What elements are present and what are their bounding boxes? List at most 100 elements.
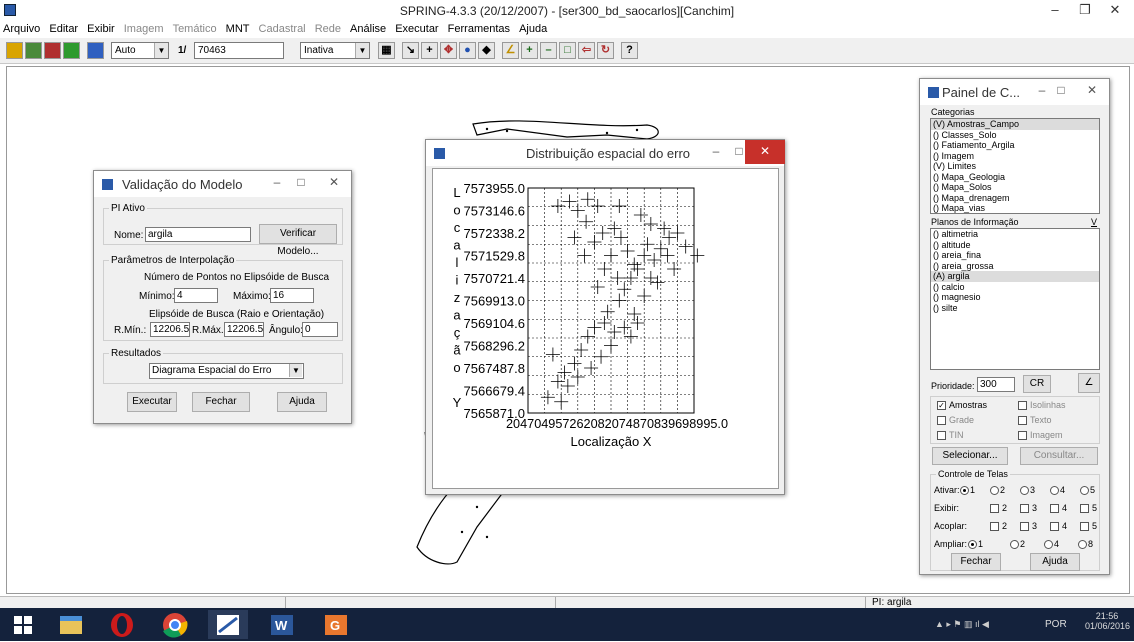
ativar-radio-4[interactable] — [1050, 486, 1059, 496]
project-icon[interactable] — [25, 42, 42, 59]
categoria-item[interactable]: () Classes_Solo — [931, 130, 1099, 141]
spring-taskbar-icon[interactable] — [208, 610, 248, 639]
angulo-field[interactable]: 0 — [302, 322, 338, 337]
maximo-field[interactable]: 16 — [270, 288, 314, 303]
categoria-item[interactable]: () Mapa_vias — [931, 203, 1099, 213]
menu-ajuda[interactable]: Ajuda — [516, 22, 550, 36]
minimo-field[interactable]: 4 — [174, 288, 218, 303]
close-button[interactable]: ✕ — [1074, 79, 1110, 103]
exibir-checkbox-3[interactable] — [1020, 504, 1029, 514]
ampliar-radio-4[interactable] — [1044, 540, 1053, 550]
menu-tematico[interactable]: Temático — [170, 22, 220, 36]
acoplar-checkbox-2[interactable] — [990, 522, 999, 532]
zoom-in-icon[interactable]: + — [521, 42, 538, 59]
categoria-item[interactable]: () Imagem — [931, 151, 1099, 162]
isolinhas-checkbox[interactable]: Isolinhas — [1018, 400, 1066, 411]
acoplar-checkbox-3[interactable] — [1020, 522, 1029, 532]
refresh-icon[interactable]: ↻ — [597, 42, 614, 59]
zoom-mode-select[interactable]: Auto ▼ — [111, 42, 169, 59]
executar-button[interactable]: Executar — [127, 392, 177, 412]
ampliar-radio-8[interactable] — [1078, 540, 1087, 550]
plano-item[interactable]: () calcio — [931, 282, 1099, 293]
exibir-checkbox-5[interactable] — [1080, 504, 1089, 514]
fechar-button[interactable]: Fechar — [192, 392, 250, 412]
menu-rede[interactable]: Rede — [312, 22, 344, 36]
mode-select[interactable]: Inativa ▼ — [300, 42, 370, 59]
acoplar-checkbox-4[interactable] — [1050, 522, 1059, 532]
categoria-item[interactable]: (V) Limites — [931, 161, 1099, 172]
grade-checkbox[interactable]: Grade — [937, 415, 974, 426]
consultar-button[interactable]: Consultar... — [1020, 447, 1098, 465]
plano-item[interactable]: () magnesio — [931, 292, 1099, 303]
plano-item[interactable]: () areia_grossa — [931, 261, 1099, 272]
selecionar-button[interactable]: Selecionar... — [932, 447, 1008, 465]
edit-icon[interactable]: ∠ — [502, 42, 519, 59]
windows-start-icon[interactable] — [6, 610, 46, 639]
menu-exibir[interactable]: Exibir — [84, 22, 118, 36]
plano-item[interactable]: () altimetria — [931, 229, 1099, 240]
menu-ferramentas[interactable]: Ferramentas — [445, 22, 513, 36]
tray-icons[interactable]: ▲ ▸ ⚑ ▥ ıl ◀ — [935, 619, 989, 630]
language-indicator[interactable]: POR — [1045, 619, 1067, 630]
minimize-button[interactable]: – — [1032, 79, 1052, 103]
verificar-modelo-button[interactable]: Verificar Modelo... — [259, 224, 337, 257]
nome-field[interactable]: argila — [145, 227, 251, 242]
minimize-button[interactable]: – — [1040, 0, 1070, 20]
ampliar-radio-2[interactable] — [1010, 540, 1019, 550]
ativar-radio-3[interactable] — [1020, 486, 1029, 496]
zoom-area-icon[interactable]: □ — [559, 42, 576, 59]
tin-checkbox[interactable]: TIN — [937, 430, 964, 441]
prioridade-field[interactable]: 300 — [977, 377, 1015, 392]
ampliar-radio-1[interactable] — [968, 540, 977, 550]
file-explorer-icon[interactable] — [50, 610, 90, 639]
menu-arquivo[interactable]: Arquivo — [0, 22, 43, 36]
cr-button[interactable]: CR — [1023, 375, 1051, 393]
categoria-item[interactable]: () Mapa_Solos — [931, 182, 1099, 193]
scale-input[interactable]: 70463 — [194, 42, 284, 59]
layers-icon[interactable] — [44, 42, 61, 59]
plano-item[interactable]: () silte — [931, 303, 1099, 314]
categoria-item[interactable]: () Mapa_Geologia — [931, 172, 1099, 183]
menu-executar[interactable]: Executar — [392, 22, 441, 36]
categoria-item[interactable]: () Mapa_drenagem — [931, 193, 1099, 204]
ativar-radio-2[interactable] — [990, 486, 999, 496]
rmin-field[interactable]: 12206.5 — [150, 322, 190, 337]
chrome-icon[interactable] — [155, 610, 195, 639]
close-button[interactable]: ✕ — [745, 140, 785, 164]
pan-icon[interactable]: ✥ — [440, 42, 457, 59]
zoom-icon[interactable] — [87, 42, 104, 59]
menu-mnt[interactable]: MNT — [223, 22, 253, 36]
restore-button[interactable]: ❐ — [1070, 0, 1100, 20]
resultado-select[interactable]: Diagrama Espacial do Erro ▼ — [149, 363, 304, 379]
edit-color-button[interactable]: ∠ — [1078, 373, 1100, 393]
exibir-checkbox-2[interactable] — [990, 504, 999, 514]
ativar-radio-1[interactable] — [960, 486, 969, 496]
info-icon[interactable]: ● — [459, 42, 476, 59]
back-icon[interactable]: ⇦ — [578, 42, 595, 59]
pdf-icon[interactable]: G — [316, 610, 356, 639]
menu-imagem[interactable]: Imagem — [121, 22, 167, 36]
acoplar-checkbox-5[interactable] — [1080, 522, 1089, 532]
help-icon[interactable]: ? — [621, 42, 638, 59]
maximize-button[interactable]: □ — [1051, 79, 1071, 103]
exibir-checkbox-4[interactable] — [1050, 504, 1059, 514]
tag-icon[interactable]: ◆ — [478, 42, 495, 59]
planos-visible-toggle[interactable]: V — [1091, 217, 1097, 227]
crosshair-icon[interactable]: + — [421, 42, 438, 59]
maximize-button[interactable]: □ — [288, 171, 314, 195]
plano-item[interactable]: (A) argila — [931, 271, 1099, 282]
categoria-item[interactable]: (V) Amostras_Campo — [931, 119, 1099, 130]
texto-checkbox[interactable]: Texto — [1018, 415, 1052, 426]
grid-icon[interactable]: ▦ — [378, 42, 395, 59]
clock[interactable]: 21:56 01/06/2016 — [1085, 611, 1130, 631]
menu-analise[interactable]: Análise — [347, 22, 389, 36]
word-icon[interactable]: W — [262, 610, 302, 639]
ativar-radio-5[interactable] — [1080, 486, 1089, 496]
close-button[interactable]: ✕ — [1100, 0, 1130, 20]
ajuda-button[interactable]: Ajuda — [277, 392, 327, 412]
minimize-button[interactable]: – — [264, 171, 290, 195]
categoria-item[interactable]: () Fatiamento_Argila — [931, 140, 1099, 151]
rmax-field[interactable]: 12206.5 — [224, 322, 264, 337]
painel-ajuda-button[interactable]: Ajuda — [1030, 553, 1080, 571]
pointer-icon[interactable]: ↘ — [402, 42, 419, 59]
